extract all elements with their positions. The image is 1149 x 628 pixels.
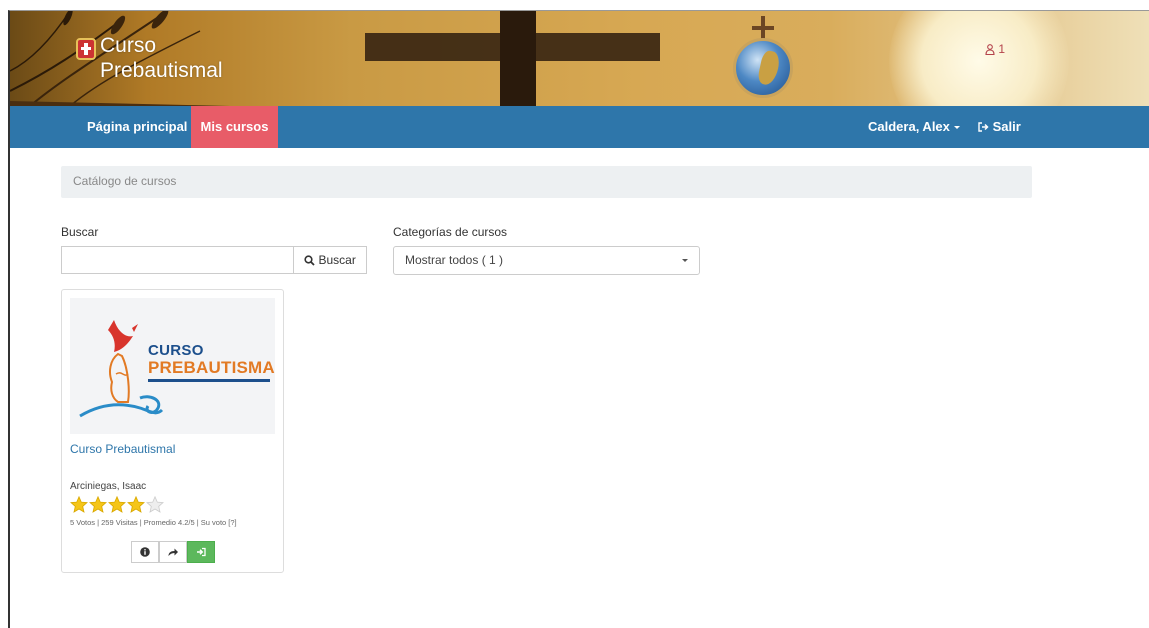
logout-link[interactable]: Salir: [978, 106, 1021, 148]
share-icon: [168, 548, 178, 556]
breadcrumb-label: Catálogo de cursos: [73, 174, 177, 188]
star-icon[interactable]: [146, 495, 164, 513]
globe-icon: [733, 38, 793, 98]
categories-selected: Mostrar todos ( 1 ): [405, 253, 504, 267]
share-button[interactable]: [159, 541, 187, 563]
course-image[interactable]: CURSO PREBAUTISMAL: [70, 298, 275, 434]
star-icon[interactable]: [127, 495, 145, 513]
star-icon[interactable]: [70, 495, 88, 513]
course-image-line2: PREBAUTISMAL: [148, 358, 275, 377]
course-author: Arciniegas, Isaac: [70, 481, 147, 492]
nav-home[interactable]: Página principal: [87, 106, 187, 148]
categories-label: Categorías de cursos: [393, 225, 508, 239]
rating-stars[interactable]: [70, 495, 165, 516]
breadcrumb: Catálogo de cursos: [61, 166, 1032, 198]
course-stats: 5 Votos | 259 Visitas | Promedio 4.2/5 |…: [70, 518, 237, 527]
info-icon: [140, 547, 150, 557]
notifications[interactable]: 1: [985, 42, 1005, 56]
brand-title-line2: Prebautismal: [100, 59, 223, 82]
notification-count: 1: [998, 42, 1006, 56]
search-label: Buscar: [61, 225, 99, 239]
user-name: Caldera, Alex: [868, 119, 950, 134]
user-menu[interactable]: Caldera, Alex: [868, 106, 960, 148]
navbar: Página principal Mis cursos Caldera, Ale…: [10, 106, 1149, 148]
enter-course-button[interactable]: [187, 541, 215, 563]
chevron-down-icon: [682, 259, 688, 262]
caret-down-icon: [953, 126, 960, 130]
categories-select[interactable]: Mostrar todos ( 1 ): [393, 246, 700, 275]
logout-label: Salir: [992, 119, 1021, 134]
star-icon[interactable]: [108, 495, 126, 513]
seal-icon: [76, 38, 96, 60]
logout-icon: [978, 122, 989, 132]
info-button[interactable]: [131, 541, 159, 563]
search-button-label: Buscar: [318, 253, 356, 267]
course-card: CURSO PREBAUTISMAL Curso Prebautismal Ar…: [61, 289, 284, 573]
search-button[interactable]: Buscar: [293, 246, 367, 274]
user-icon: [985, 44, 995, 56]
course-title[interactable]: Curso Prebautismal: [70, 442, 175, 456]
star-icon[interactable]: [89, 495, 107, 513]
sign-in-icon: [197, 547, 206, 557]
brand-title-line1: Curso: [100, 34, 157, 57]
search-input[interactable]: [61, 246, 293, 274]
search-icon: [304, 255, 315, 266]
nav-my-courses[interactable]: Mis cursos: [191, 106, 278, 148]
course-image-line1: CURSO: [148, 342, 204, 359]
